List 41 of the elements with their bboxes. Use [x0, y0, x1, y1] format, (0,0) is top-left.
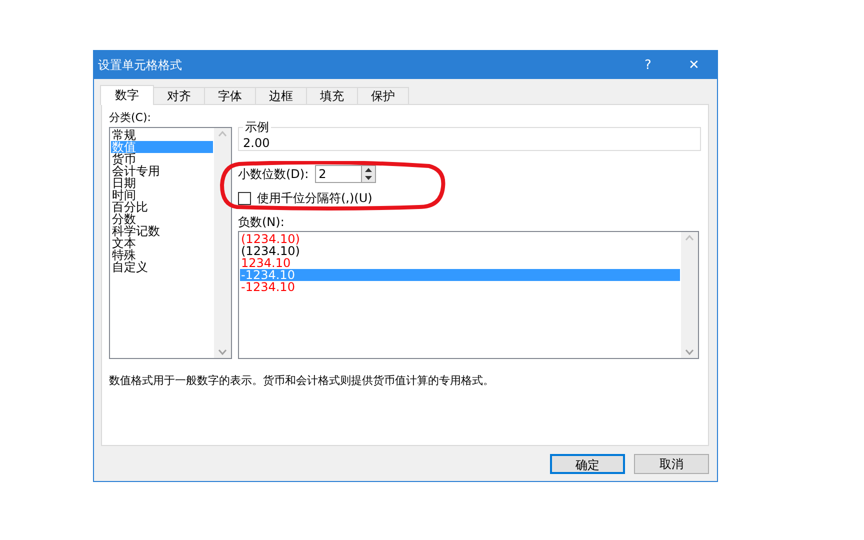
- category-item[interactable]: 常规: [111, 129, 213, 141]
- negative-number-item[interactable]: (1234.10): [240, 245, 680, 257]
- decimal-places-field[interactable]: 2: [314, 165, 361, 183]
- sample-value: 2.00: [243, 136, 270, 150]
- spin-up-icon[interactable]: [364, 168, 372, 172]
- category-label: 分类(C):: [109, 111, 152, 125]
- negative-numbers-label: 负数(N):: [238, 215, 286, 229]
- window-title: 设置单元格格式: [98, 56, 183, 74]
- scrollbar[interactable]: [681, 232, 698, 358]
- category-item[interactable]: 特殊: [111, 249, 213, 261]
- negative-number-item[interactable]: 1234.10: [240, 257, 680, 269]
- close-button[interactable]: ✕: [671, 51, 717, 79]
- category-item[interactable]: 文本: [111, 237, 213, 249]
- spin-down-icon[interactable]: [364, 176, 372, 180]
- tab[interactable]: 保护: [357, 87, 409, 105]
- tab[interactable]: 填充: [306, 87, 358, 105]
- category-item[interactable]: 时间: [111, 189, 213, 201]
- thousands-checkbox[interactable]: [238, 192, 251, 204]
- negative-number-item[interactable]: (1234.10): [240, 233, 680, 245]
- category-item[interactable]: 自定义: [111, 261, 213, 273]
- sample-label: 示例: [244, 119, 270, 136]
- scroll-down-icon[interactable]: [685, 349, 694, 355]
- help-button[interactable]: ?: [625, 51, 671, 79]
- category-item[interactable]: 货币: [111, 153, 213, 165]
- tab[interactable]: 字体: [204, 87, 256, 105]
- category-item[interactable]: 百分比: [111, 201, 213, 213]
- category-item[interactable]: 科学记数: [111, 225, 213, 237]
- tab[interactable]: 数字: [100, 85, 154, 105]
- cancel-button[interactable]: 取消: [634, 454, 709, 474]
- thousands-label: 使用千位分隔符(,)(U): [257, 191, 372, 205]
- spin-buttons[interactable]: [360, 165, 376, 183]
- decimal-places-label: 小数位数(D):: [238, 167, 309, 181]
- category-item[interactable]: 分数: [111, 213, 213, 225]
- format-description: 数值格式用于一般数字的表示。货币和会计格式则提供货币值计算的专用格式。: [109, 373, 495, 388]
- tab[interactable]: 对齐: [153, 87, 205, 105]
- category-item[interactable]: 日期: [111, 177, 213, 189]
- category-item[interactable]: 会计专用: [111, 165, 213, 177]
- scroll-down-icon[interactable]: [218, 349, 227, 355]
- ok-button[interactable]: 确定: [550, 454, 625, 474]
- negative-number-item[interactable]: -1234.10: [240, 281, 680, 293]
- scrollbar[interactable]: [214, 128, 231, 358]
